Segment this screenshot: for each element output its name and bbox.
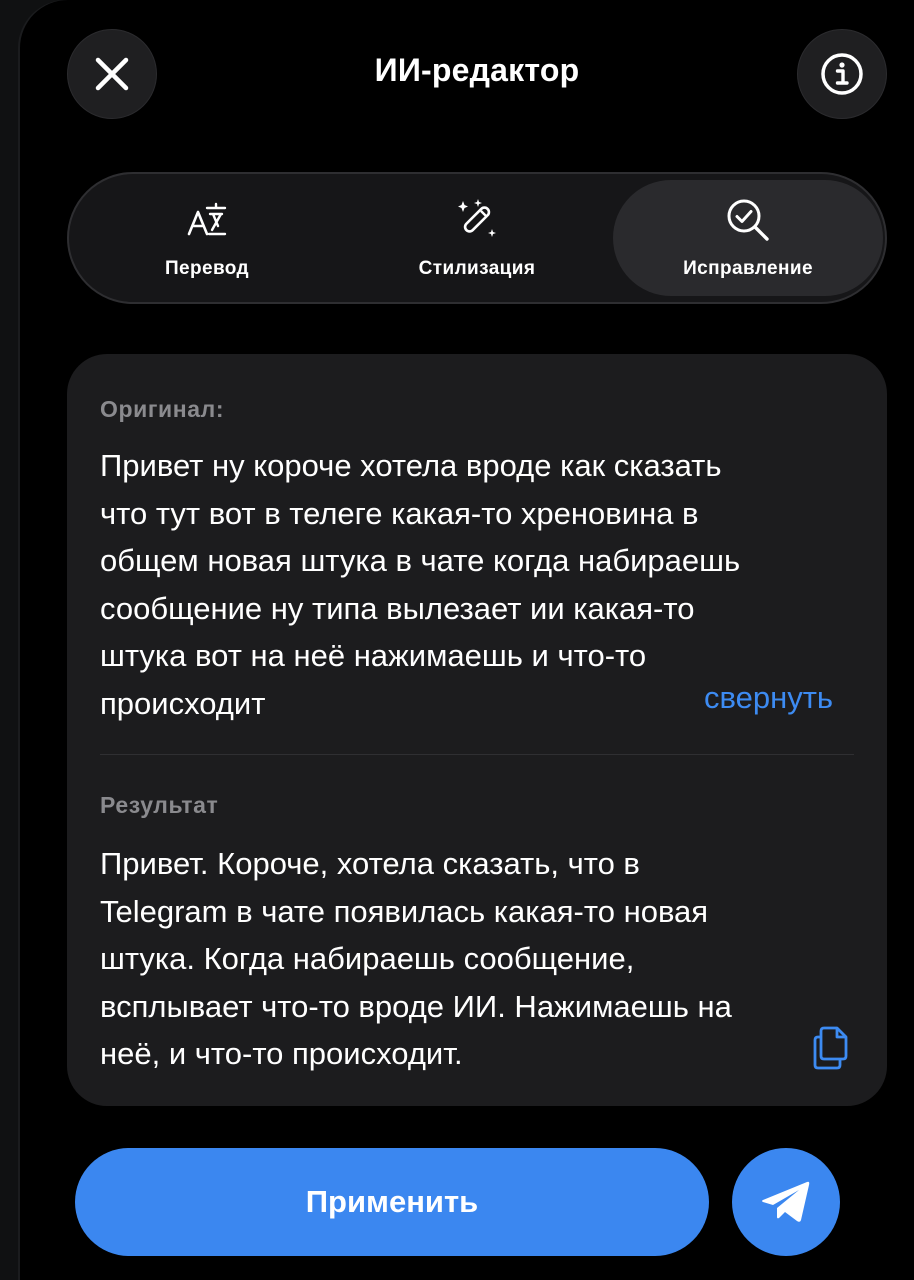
info-button[interactable] xyxy=(797,29,887,119)
tab-correct-label: Исправление xyxy=(683,258,813,279)
tab-translate[interactable]: Перевод xyxy=(119,174,295,302)
send-button[interactable] xyxy=(732,1148,840,1256)
copy-icon xyxy=(813,1026,848,1070)
copy-button[interactable] xyxy=(809,1026,853,1070)
send-icon xyxy=(762,1181,810,1222)
page-title: ИИ-редактор xyxy=(374,52,580,88)
mode-tabs: Перевод Стилизация Исправление xyxy=(67,172,887,304)
ai-editor-sheet: ИИ-редактор Перевод Стилизация Исправлен… xyxy=(20,0,914,1280)
close-icon xyxy=(95,57,129,91)
original-label: Оригинал: xyxy=(100,396,225,422)
tab-translate-label: Перевод xyxy=(164,258,250,279)
divider xyxy=(100,754,854,755)
close-button[interactable] xyxy=(67,29,157,119)
result-label: Результат xyxy=(100,792,219,818)
tab-correct[interactable]: Исправление xyxy=(613,180,883,296)
check-search-icon xyxy=(727,199,769,241)
tab-stylize[interactable]: Стилизация xyxy=(389,174,565,302)
apply-button[interactable]: Применить xyxy=(75,1148,709,1256)
translate-icon xyxy=(187,202,227,236)
result-text: Привет. Короче, хотела сказать, что в Te… xyxy=(100,846,732,1071)
collapse-link[interactable]: свернуть xyxy=(704,680,833,716)
info-icon xyxy=(821,53,863,95)
magic-wand-icon xyxy=(458,199,496,237)
tab-stylize-label: Стилизация xyxy=(418,258,536,279)
editor-card: Оригинал: Привет ну короче хотела вроде … xyxy=(67,354,887,1106)
